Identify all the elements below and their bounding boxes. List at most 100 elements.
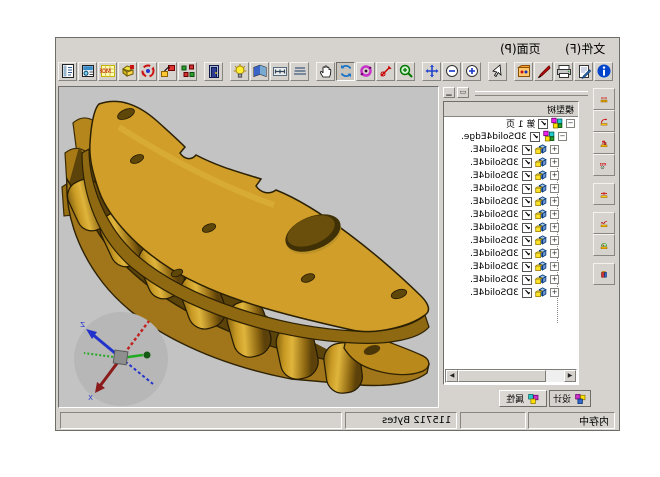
expand-toggle[interactable]: + bbox=[550, 184, 559, 193]
toolbar-button-blocks-move[interactable] bbox=[158, 62, 177, 81]
right-toolbar-button-rt-curve[interactable] bbox=[593, 212, 615, 234]
tree-row[interactable]: 3DSolid4E.✔+ bbox=[444, 208, 578, 221]
toolbar-button-scatter-blocks[interactable] bbox=[178, 62, 197, 81]
toolbar-button-zoom-flag[interactable] bbox=[376, 62, 395, 81]
menu-item-menu-page[interactable]: 页面(P) bbox=[500, 40, 541, 57]
expand-toggle[interactable]: + bbox=[550, 275, 559, 284]
toolbar-button-doc-pen[interactable] bbox=[574, 62, 593, 81]
visibility-checkbox[interactable]: ✔ bbox=[530, 132, 540, 142]
tree-row[interactable]: 3DSolid4E.✔ + bbox=[444, 156, 578, 169]
right-toolbar-button-rt-book[interactable] bbox=[593, 263, 615, 285]
zoom-flag-icon bbox=[378, 63, 394, 79]
tree-row[interactable]: 3DSolid4Edge.✔− bbox=[444, 130, 578, 143]
toolbar-button-info[interactable] bbox=[594, 62, 613, 81]
right-toolbar-button-rt-dim2[interactable] bbox=[593, 183, 615, 205]
collapse-toggle[interactable]: − bbox=[566, 119, 575, 128]
visibility-checkbox[interactable]: ✔ bbox=[522, 236, 532, 246]
tree-row[interactable]: 3DSolid4E.✔+ bbox=[444, 273, 578, 286]
tree-row[interactable]: 3DSolid4E.✔+ bbox=[444, 195, 578, 208]
scroll-thumb[interactable] bbox=[458, 370, 546, 382]
visibility-checkbox[interactable]: ✔ bbox=[538, 119, 548, 129]
toolbar-button-red-pen[interactable] bbox=[534, 62, 553, 81]
panel-gripper[interactable] bbox=[475, 91, 588, 96]
tree-row[interactable]: 3DSolid4E.✔+ bbox=[444, 247, 578, 260]
visibility-checkbox[interactable]: ✔ bbox=[522, 210, 532, 220]
panel-minibar: ▁ ▭ bbox=[441, 86, 591, 99]
toolbar-button-lightbulb[interactable] bbox=[230, 62, 249, 81]
scroll-right-arrow[interactable]: ▶ bbox=[564, 370, 576, 382]
right-toolbar-button-rt-dim[interactable] bbox=[593, 88, 615, 110]
viewport-3d[interactable]: Z X bbox=[58, 86, 439, 408]
toolbar-button-printer[interactable] bbox=[554, 62, 573, 81]
tree-row[interactable]: 第 1 页✔− bbox=[444, 117, 578, 130]
toolbar-button-cube-yellow[interactable] bbox=[118, 62, 137, 81]
tree-row[interactable]: 3DSolid4E.✔+ bbox=[444, 234, 578, 247]
toolbar-button-report-document[interactable] bbox=[78, 62, 97, 81]
tree-tab-2[interactable]: 设计 bbox=[549, 390, 591, 407]
tree-row-icon-wrap bbox=[550, 117, 564, 130]
tree-hscrollbar[interactable]: ◀ ▶ bbox=[445, 369, 577, 383]
visibility-checkbox[interactable]: ✔ bbox=[522, 288, 532, 298]
right-toolbar-button-rt-xyz[interactable]: XYZ bbox=[593, 154, 615, 176]
expand-toggle[interactable]: + bbox=[550, 197, 559, 206]
visibility-checkbox[interactable]: ✔ bbox=[522, 171, 532, 181]
toolbar-button-stack-lines[interactable] bbox=[290, 62, 309, 81]
expand-toggle[interactable]: + bbox=[550, 223, 559, 232]
toolbar-button-tree-document[interactable] bbox=[58, 62, 77, 81]
tree-tab-1[interactable]: 属性 bbox=[499, 390, 547, 407]
toolbar-button-book-blue[interactable] bbox=[250, 62, 269, 81]
expand-toggle[interactable]: + bbox=[550, 262, 559, 271]
stack-lines-icon bbox=[292, 63, 308, 79]
visibility-checkbox[interactable]: ✔ bbox=[522, 145, 532, 155]
expand-toggle[interactable]: + bbox=[550, 249, 559, 258]
toolbar-button-rotate-view[interactable] bbox=[336, 62, 355, 81]
toolbar-button-spin-ring[interactable] bbox=[356, 62, 375, 81]
visibility-checkbox[interactable]: ✔ bbox=[522, 184, 532, 194]
tree-row[interactable]: 3DSolid4E.✔+ bbox=[444, 169, 578, 182]
part-cube-icon bbox=[534, 234, 548, 247]
visibility-checkbox[interactable]: ✔ bbox=[522, 197, 532, 207]
toolbar-button-frame-grid[interactable] bbox=[270, 62, 289, 81]
toolbar-button-zoom-out[interactable] bbox=[442, 62, 461, 81]
right-toolbar-button-rt-gauge[interactable] bbox=[593, 234, 615, 256]
part-cube-icon bbox=[534, 169, 548, 182]
part-cube-icon bbox=[534, 273, 548, 286]
scroll-track[interactable] bbox=[546, 370, 564, 382]
panel-float-button[interactable]: ▭ bbox=[457, 87, 469, 98]
toolbar-button-regen-circle[interactable] bbox=[138, 62, 157, 81]
toolbar-button-exit-door[interactable] bbox=[204, 62, 223, 81]
toolbar-button-cursor-arrow[interactable] bbox=[488, 62, 507, 81]
blocks-move-icon bbox=[160, 63, 176, 79]
expand-toggle[interactable]: + bbox=[550, 288, 559, 297]
tree-row[interactable]: 3DSolid4E.✔+ bbox=[444, 221, 578, 234]
visibility-checkbox[interactable]: ✔ bbox=[522, 223, 532, 233]
right-toolbar-button-rt-arc[interactable] bbox=[593, 110, 615, 132]
expand-toggle[interactable]: + bbox=[550, 236, 559, 245]
toolbar-button-m08-grid[interactable]: M08 bbox=[98, 62, 117, 81]
right-toolbar-button-rt-machine[interactable] bbox=[593, 132, 615, 154]
expand-toggle[interactable]: + bbox=[550, 171, 559, 180]
toolbar-button-zoom-in[interactable] bbox=[462, 62, 481, 81]
menu-item-menu-file[interactable]: 文件(F) bbox=[565, 40, 605, 57]
panel-collapse-button[interactable]: ▁ bbox=[443, 87, 455, 98]
tree-row-icon-wrap bbox=[534, 208, 548, 221]
tree-row-label: 3DSolid4E. bbox=[470, 158, 519, 168]
tree-row[interactable]: 3DSolid4E.✔+ bbox=[444, 143, 578, 156]
tree-row[interactable]: 3DSolid4E.✔+ bbox=[444, 182, 578, 195]
visibility-checkbox[interactable]: ✔ bbox=[522, 158, 532, 168]
tree-row[interactable]: 3DSolid4E.✔+ bbox=[444, 260, 578, 273]
status-field-1 bbox=[60, 412, 342, 429]
expand-toggle[interactable]: + bbox=[550, 158, 559, 167]
toolbar-button-move-4way[interactable] bbox=[422, 62, 441, 81]
toolbar-button-palette[interactable] bbox=[514, 62, 533, 81]
collapse-toggle[interactable]: − bbox=[558, 132, 567, 141]
tree-row[interactable]: 3DSolid4E.✔+ bbox=[444, 286, 578, 299]
expand-toggle[interactable]: + bbox=[550, 210, 559, 219]
expand-toggle[interactable]: + bbox=[550, 145, 559, 154]
toolbar-button-zoom-window[interactable] bbox=[396, 62, 415, 81]
visibility-checkbox[interactable]: ✔ bbox=[522, 275, 532, 285]
visibility-checkbox[interactable]: ✔ bbox=[522, 262, 532, 272]
visibility-checkbox[interactable]: ✔ bbox=[522, 249, 532, 259]
toolbar-button-pan-hand[interactable] bbox=[316, 62, 335, 81]
scroll-left-arrow[interactable]: ◀ bbox=[446, 370, 458, 382]
